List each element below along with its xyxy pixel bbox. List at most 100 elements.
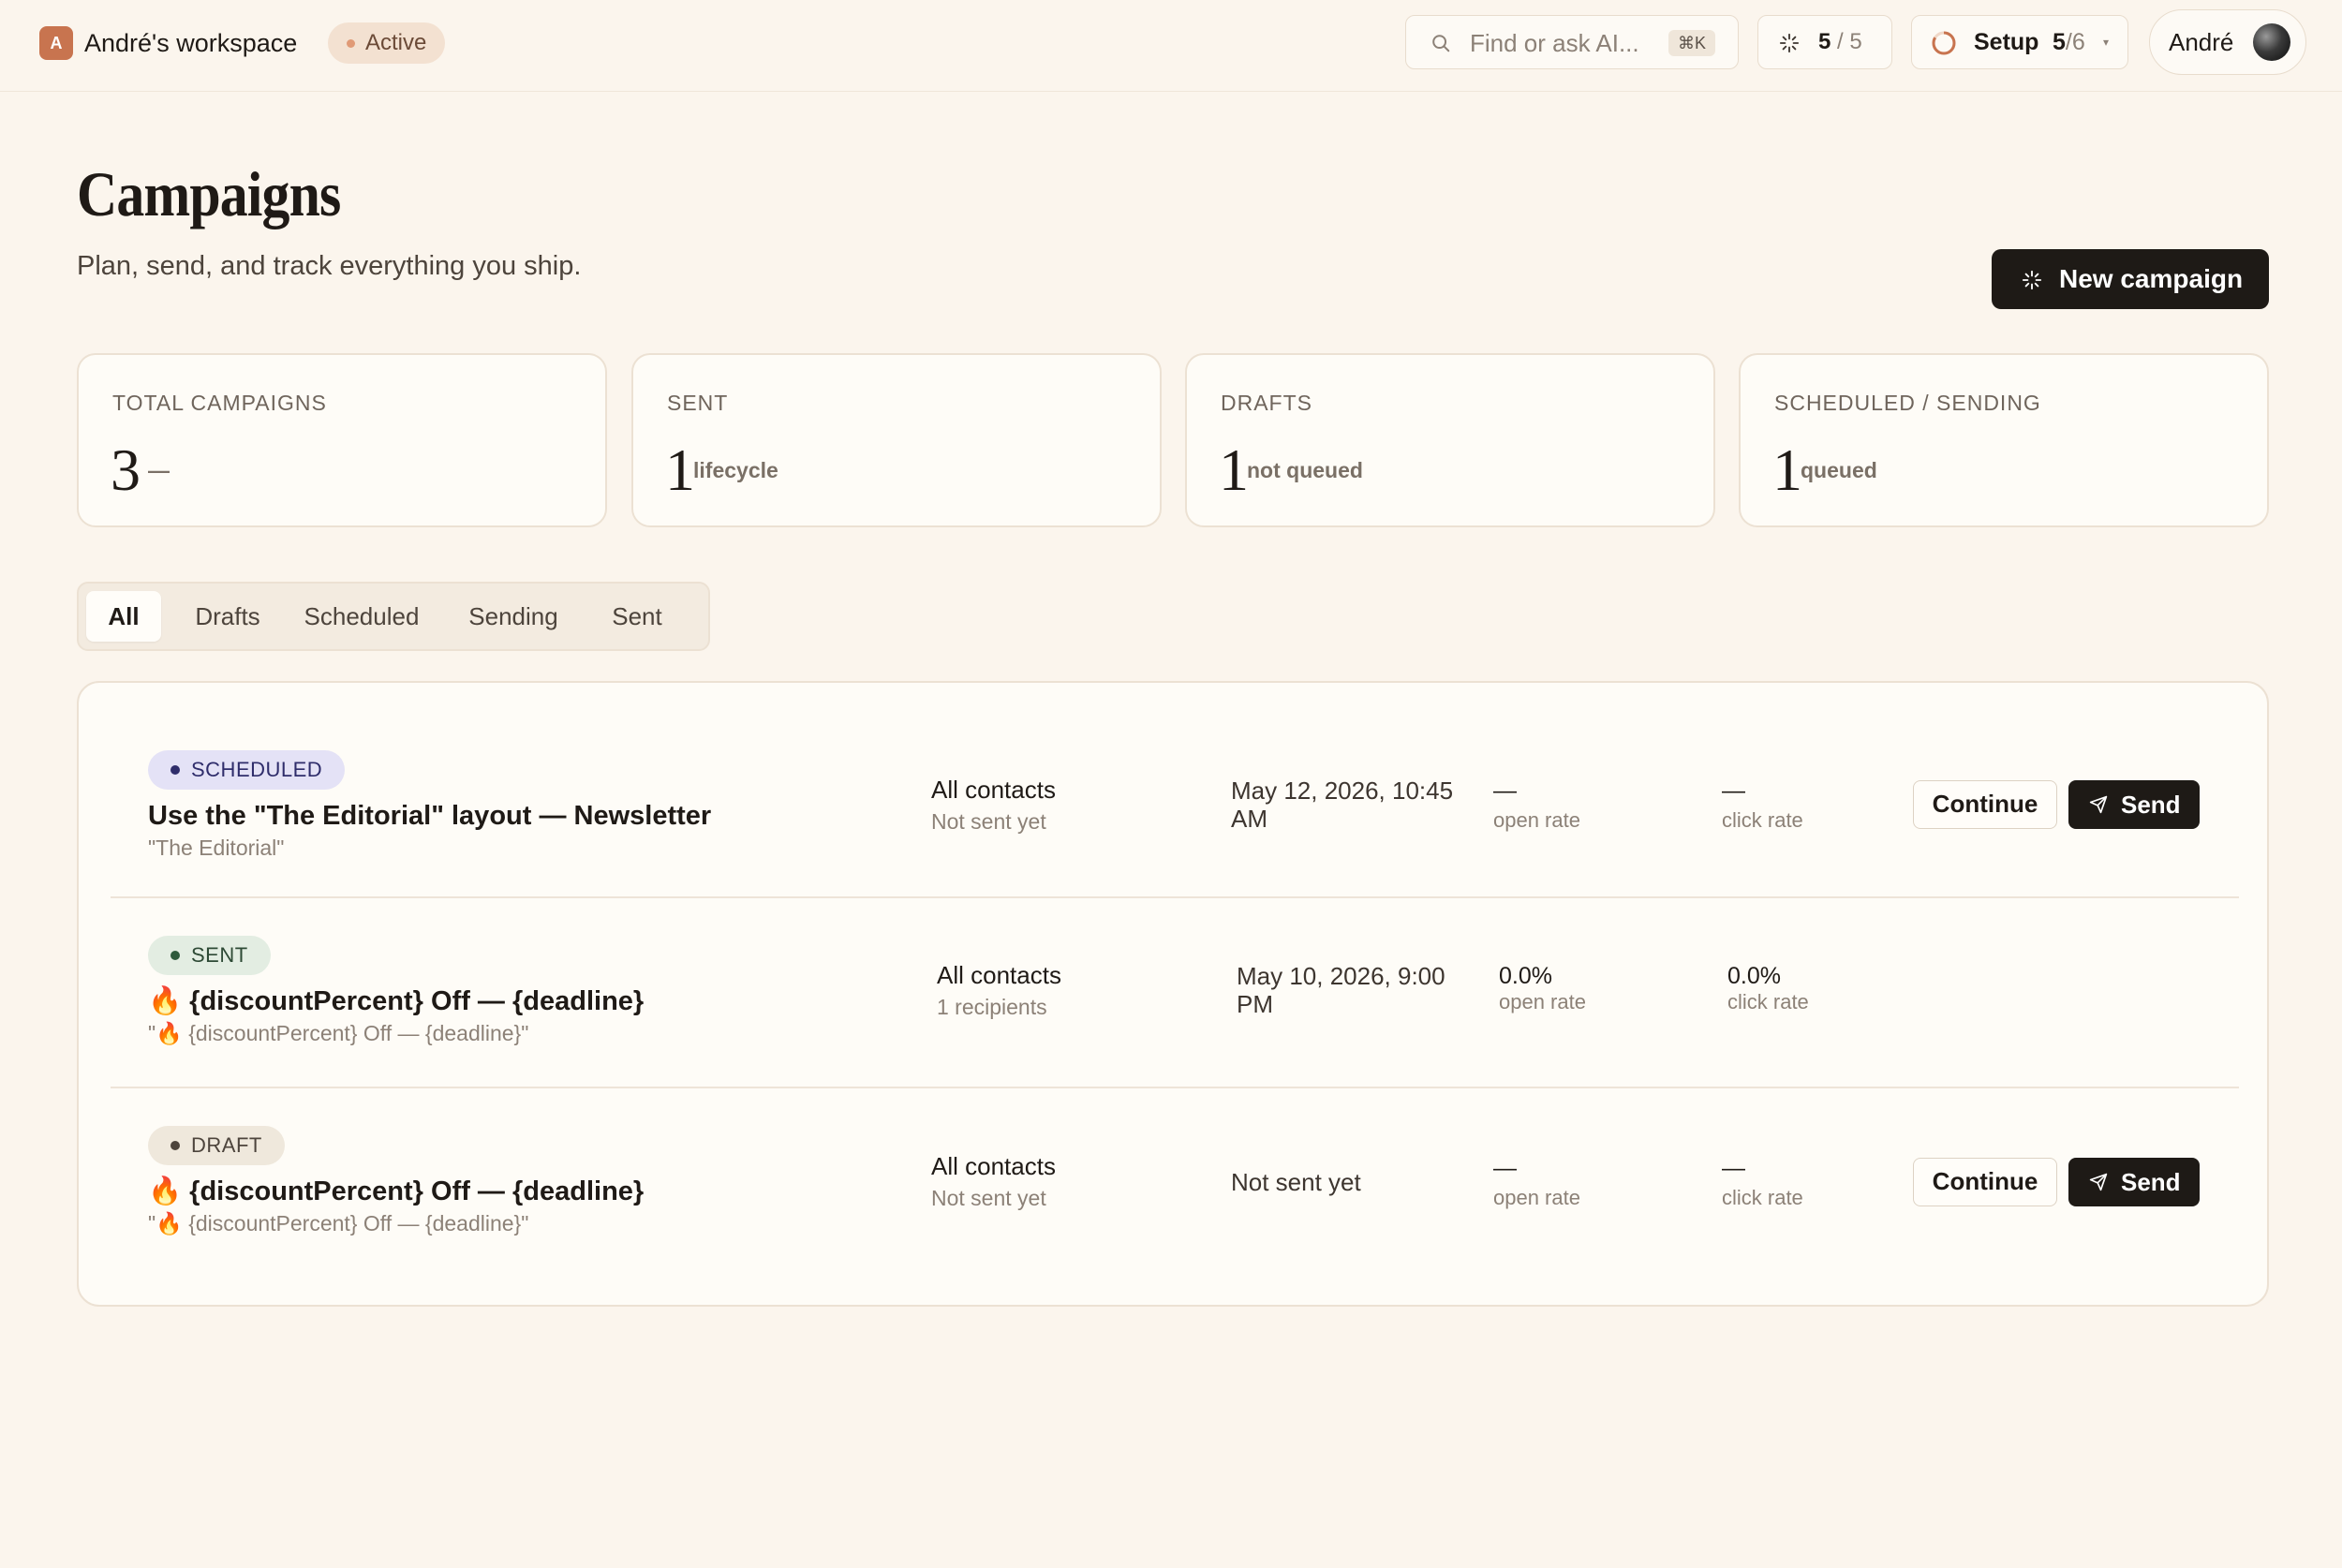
status-dot-icon: [170, 1141, 180, 1150]
campaign-audience-sub: 1 recipients: [937, 995, 1047, 1019]
click-rate-label: click rate: [1722, 1186, 1803, 1209]
campaign-date: May 10, 2026, 9:00 PM: [1237, 962, 1445, 1018]
campaign-audience: All contacts: [931, 1152, 1056, 1180]
row-divider: [111, 896, 2239, 898]
setup-label: Setup: [1974, 29, 2039, 55]
status-dot-icon: [347, 39, 355, 48]
setup-progress: 5/6: [2053, 16, 2085, 68]
search-placeholder: Find or ask AI...: [1470, 29, 1639, 57]
stat-value: 1: [1772, 436, 1802, 503]
open-rate-value: —: [1493, 1155, 1517, 1181]
avatar: [2253, 23, 2290, 61]
setup-done: 5: [2053, 29, 2066, 55]
send-button-label: Send: [2121, 1168, 2181, 1196]
stat-card-drafts: DRAFTS 1 not queued: [1185, 353, 1715, 527]
stat-label: DRAFTS: [1221, 391, 1312, 415]
campaign-subtitle: "The Editorial": [148, 836, 285, 860]
campaign-subtitle: "🔥 {discountPercent} Off — {deadline}": [148, 1021, 529, 1045]
status-badge-label: SENT: [191, 943, 248, 967]
chevron-down-icon: ▾: [2103, 36, 2110, 49]
new-campaign-label: New campaign: [2059, 264, 2244, 293]
credits-total: 5: [1849, 29, 1862, 54]
credits-used: 5: [1818, 29, 1831, 54]
click-rate-value: —: [1722, 777, 1745, 804]
workspace-logo[interactable]: A: [39, 26, 73, 60]
paper-plane-icon: [2089, 1173, 2108, 1191]
setup-total: /6: [2065, 29, 2085, 55]
send-button[interactable]: Send: [2068, 1158, 2200, 1206]
campaign-title[interactable]: 🔥 {discountPercent} Off — {deadline}: [148, 1173, 644, 1210]
workspace-status-label: Active: [365, 30, 427, 55]
campaign-title[interactable]: 🔥 {discountPercent} Off — {deadline}: [148, 983, 644, 1020]
open-rate-label: open rate: [1493, 808, 1580, 832]
campaign-audience: All contacts: [937, 961, 1061, 989]
campaign-audience-sub: Not sent yet: [931, 1186, 1046, 1210]
campaign-list: SCHEDULED Use the "The Editorial" layout…: [77, 681, 2269, 1307]
send-button[interactable]: Send: [2068, 780, 2200, 829]
open-rate-label: open rate: [1493, 1186, 1580, 1209]
tab-sending[interactable]: Sending: [450, 591, 577, 642]
user-menu-button[interactable]: André: [2149, 9, 2306, 75]
stat-label: TOTAL CAMPAIGNS: [112, 391, 327, 415]
workspace-name[interactable]: André's workspace: [84, 26, 297, 60]
campaign-date: May 12, 2026, 10:45 AM: [1231, 777, 1454, 833]
status-badge: SENT: [148, 936, 271, 975]
stat-value: 3: [111, 436, 141, 503]
click-rate-label: click rate: [1722, 808, 1803, 832]
open-rate-value: 0.0%: [1499, 963, 1552, 989]
open-rate-label: open rate: [1499, 990, 1586, 1013]
tab-all[interactable]: All: [86, 591, 161, 642]
credits-text: 5 / 5: [1818, 16, 1862, 68]
top-bar: A André's workspace Active Find or ask A…: [0, 0, 2342, 92]
click-rate-value: 0.0%: [1727, 963, 1781, 989]
tab-drafts[interactable]: Drafts: [176, 591, 279, 642]
stat-hint: not queued: [1247, 458, 1363, 482]
click-rate-value: —: [1722, 1155, 1745, 1181]
stat-card-total: TOTAL CAMPAIGNS 3 —: [77, 353, 607, 527]
status-badge-label: SCHEDULED: [191, 758, 323, 781]
sparkle-icon: [2022, 270, 2042, 290]
search-input[interactable]: Find or ask AI... ⌘K: [1405, 15, 1739, 69]
credits-separator: /: [1831, 29, 1850, 54]
workspace-status-badge: Active: [328, 22, 446, 64]
tab-sent[interactable]: Sent: [590, 591, 684, 642]
ai-credits-button[interactable]: 5 / 5: [1757, 15, 1892, 69]
stat-label: SENT: [667, 391, 729, 415]
filter-tabs: All Drafts Scheduled Sending Sent: [77, 582, 710, 651]
stat-value: 1: [1219, 436, 1249, 503]
campaign-title[interactable]: Use the "The Editorial" layout — Newslet…: [148, 797, 711, 835]
user-name: André: [2169, 28, 2234, 56]
campaign-subtitle: "🔥 {discountPercent} Off — {deadline}": [148, 1211, 529, 1235]
status-dot-icon: [170, 765, 180, 775]
search-shortcut: ⌘K: [1668, 30, 1715, 56]
click-rate-label: click rate: [1727, 990, 1809, 1013]
search-icon: [1432, 35, 1450, 52]
continue-button[interactable]: Continue: [1913, 780, 2057, 829]
row-divider: [111, 1087, 2239, 1088]
paper-plane-icon: [2089, 795, 2108, 814]
status-badge-label: DRAFT: [191, 1133, 262, 1157]
stat-hint: queued: [1801, 458, 1877, 482]
campaign-audience: All contacts: [931, 776, 1056, 804]
status-badge: SCHEDULED: [148, 750, 346, 790]
page-subtitle: Plan, send, and track everything you shi…: [77, 251, 582, 281]
sparkle-icon: [1779, 33, 1800, 53]
stat-card-sent: SENT 1 lifecycle: [631, 353, 1162, 527]
stat-value: 1: [665, 436, 695, 503]
setup-progress-button[interactable]: Setup 5/6 ▾: [1911, 15, 2128, 69]
send-button-label: Send: [2121, 791, 2181, 819]
open-rate-value: —: [1493, 777, 1517, 804]
new-campaign-button[interactable]: New campaign: [1992, 249, 2269, 309]
campaign-date: Not sent yet: [1231, 1168, 1361, 1196]
stat-label: SCHEDULED / SENDING: [1774, 391, 2041, 415]
stat-card-scheduled: SCHEDULED / SENDING 1 queued: [1739, 353, 2269, 527]
progress-ring-icon: [1932, 31, 1956, 55]
continue-button[interactable]: Continue: [1913, 1158, 2057, 1206]
campaign-audience-sub: Not sent yet: [931, 809, 1046, 834]
page-title: Campaigns: [77, 158, 341, 229]
stat-hint: —: [148, 458, 170, 482]
status-badge: DRAFT: [148, 1126, 285, 1165]
tab-scheduled[interactable]: Scheduled: [287, 591, 437, 642]
status-dot-icon: [170, 951, 180, 960]
stat-hint: lifecycle: [693, 458, 778, 482]
